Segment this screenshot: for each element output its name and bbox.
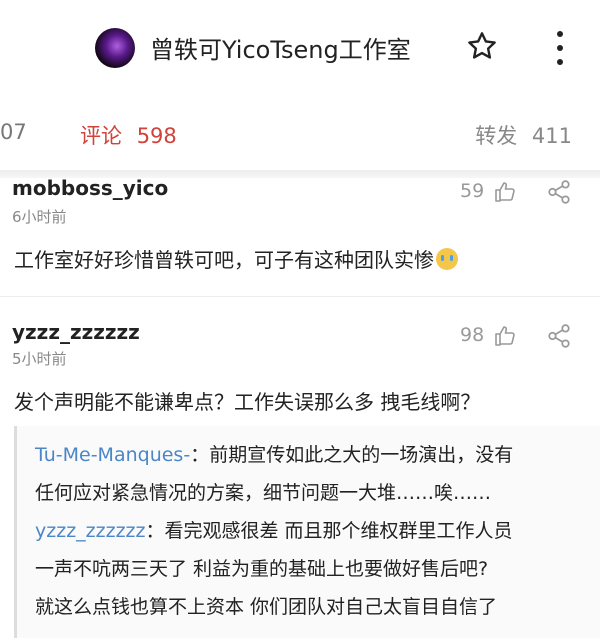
comment-text: 工作室好好珍惜曾轶可吧，可子有这种团队实惨 [14,244,458,273]
reply-thread[interactable]: Tu-Me-Manques-：前期宣传如此之大的一场演出，没有 任何应对紧急情况… [14,426,600,638]
comment-item: mobboss_yico 6小时前 59 工作室好好珍惜曾轶可吧，可子有这种团队… [0,176,600,286]
reply-line: 任何应对紧急情况的方案，细节问题一大堆……唉…… [35,482,492,504]
tab-bar: 07 评论 598 转发 411 [0,108,600,158]
reply-line: 就这么点钱也算不上资本 你们团队对自己太盲目自信了 [35,596,498,618]
comment-time: 6小时前 [12,208,67,226]
thumbs-up-icon[interactable] [493,180,517,204]
avatar[interactable] [95,28,135,68]
tab-comments[interactable]: 评论 598 [80,120,177,150]
share-icon[interactable] [546,179,572,205]
comment-text: 发个声明能不能谦卑点？工作失误那么多 拽毛线啊？ [14,390,481,414]
reply-line: Tu-Me-Manques-：前期宣传如此之大的一场演出，没有 [35,440,513,467]
page-title: 曾轶可YicoTseng工作室 [150,36,411,64]
tab-reposts-count: 411 [531,124,572,148]
comment-username[interactable]: mobboss_yico [12,176,168,200]
more-vertical-icon[interactable] [552,28,568,68]
like-count: 59 [460,180,485,202]
crying-face-icon [436,248,458,270]
reply-text: ：看完观感很差 而且那个维权群里工作人员 [145,520,513,542]
tab-comments-count: 598 [136,124,177,148]
reply-line: yzzz_zzzzzz：看完观感很差 而且那个维权群里工作人员 [35,516,513,543]
reply-username[interactable]: yzzz_zzzzzz [35,520,146,542]
tab-reposts[interactable]: 转发 411 [475,120,572,150]
reply-line: 一声不吭两三天了 利益为重的基础上也要做好售后吧? [35,558,489,580]
tab-likes-partial[interactable]: 07 [0,120,27,144]
tab-comments-label: 评论 [80,124,122,148]
comment-time: 5小时前 [12,350,67,368]
reply-text: ：前期宣传如此之大的一场演出，没有 [190,444,514,466]
comment-text-body: 工作室好好珍惜曾轶可吧，可子有这种团队实惨 [14,248,434,272]
top-bar: 曾轶可YicoTseng工作室 [0,0,600,96]
comment-username[interactable]: yzzz_zzzzzz [12,320,140,344]
divider [0,296,600,297]
tab-reposts-label: 转发 [475,124,518,148]
thumbs-up-icon[interactable] [493,324,517,348]
star-icon[interactable] [466,30,498,62]
like-count: 98 [460,324,485,346]
share-icon[interactable] [546,323,572,349]
reply-username[interactable]: Tu-Me-Manques- [35,444,190,466]
